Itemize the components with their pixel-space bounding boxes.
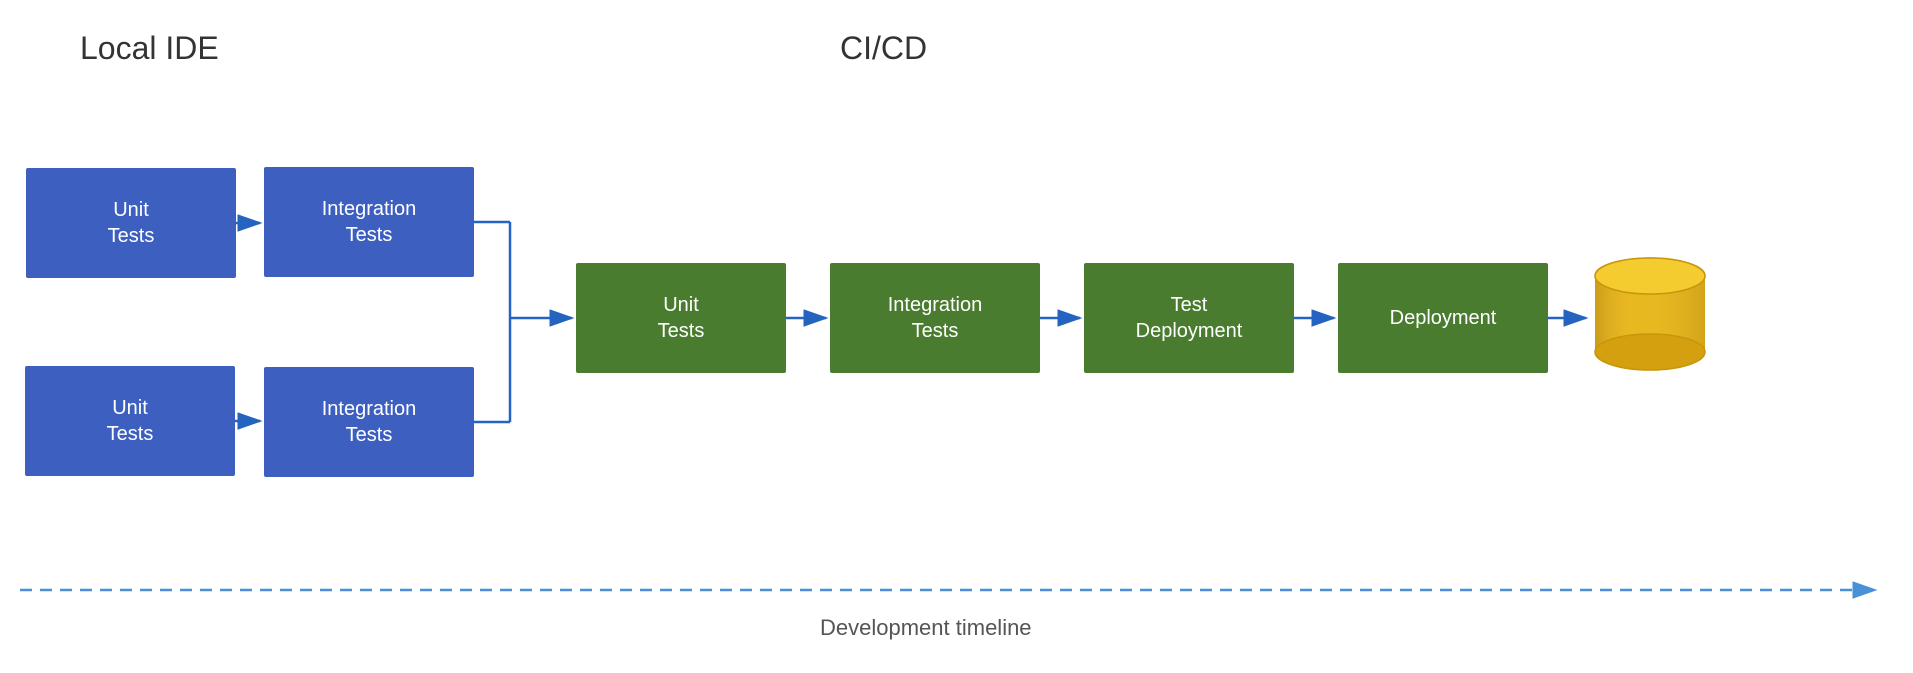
- cicd-unit-tests: UnitTests: [576, 263, 786, 373]
- unit-tests-1: UnitTests: [26, 168, 236, 278]
- cicd-deployment: Deployment: [1338, 263, 1548, 373]
- local-ide-label: Local IDE: [80, 30, 219, 67]
- diagram-container: Local IDE CI/CD UnitTests IntegrationTes…: [0, 0, 1913, 673]
- cicd-label: CI/CD: [840, 30, 927, 67]
- database-icon: [1590, 248, 1710, 383]
- cicd-integration-tests: IntegrationTests: [830, 263, 1040, 373]
- timeline-label: Development timeline: [820, 615, 1032, 641]
- cicd-test-deployment: TestDeployment: [1084, 263, 1294, 373]
- integration-tests-1: IntegrationTests: [264, 167, 474, 277]
- integration-tests-2: IntegrationTests: [264, 367, 474, 477]
- unit-tests-2: UnitTests: [25, 366, 235, 476]
